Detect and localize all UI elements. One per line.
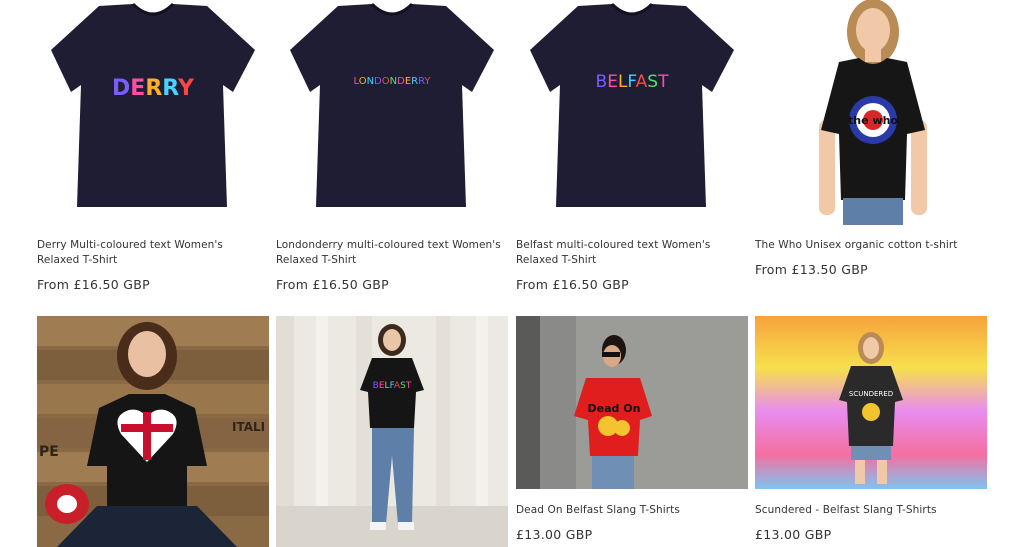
product-price: From £16.50 GBP [516, 277, 629, 292]
product-price: £13.00 GBP [755, 527, 832, 542]
product-image[interactable]: LONDONDERRY [276, 0, 508, 225]
shirt-print-text: DERRY [112, 76, 195, 101]
product-image[interactable]: the who [755, 0, 987, 225]
product-title[interactable]: Scundered - Belfast Slang T-Shirts [755, 503, 983, 518]
product-title[interactable]: Derry Multi-coloured text Women's Relaxe… [37, 238, 265, 268]
product-title[interactable]: Londonderry multi-coloured text Women's … [276, 238, 504, 268]
product-image[interactable]: BELFAST [276, 316, 508, 547]
svg-text:PE: PE [39, 444, 59, 460]
product-title[interactable]: The Who Unisex organic cotton t-shirt [755, 238, 983, 253]
shirt-print-text: Dead On [588, 402, 641, 415]
product-title[interactable]: Dead On Belfast Slang T-Shirts [516, 503, 744, 518]
product-image[interactable]: Dead On [516, 316, 748, 489]
product-price: From £16.50 GBP [276, 277, 389, 292]
product-price: From £13.50 GBP [755, 262, 868, 277]
product-image[interactable]: ITALI PE [37, 316, 269, 547]
shirt-print-text: BELFAST [596, 72, 670, 92]
product-price: £13.00 GBP [516, 527, 593, 542]
shirt-print-text: LONDONDERRY [353, 76, 431, 87]
svg-text:ITALI: ITALI [232, 420, 265, 434]
product-image[interactable]: DERRY [37, 0, 269, 225]
product-image[interactable]: SCUNDERED [755, 316, 987, 489]
product-title[interactable]: Belfast multi-coloured text Women's Rela… [516, 238, 744, 268]
product-price: From £16.50 GBP [37, 277, 150, 292]
shirt-print-text: BELFAST [373, 381, 412, 391]
shirt-print-text: the who [848, 114, 898, 127]
shirt-print-text: SCUNDERED [849, 390, 893, 398]
product-image[interactable]: BELFAST [516, 0, 748, 225]
